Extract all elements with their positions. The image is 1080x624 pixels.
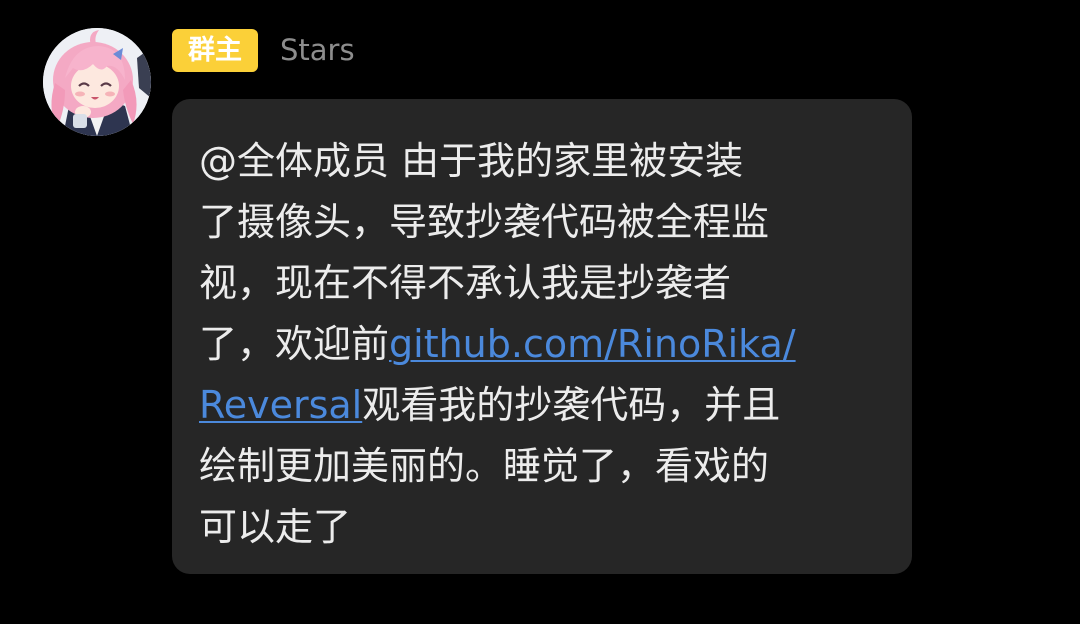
message-line-1: @全体成员 由于我的家里被安装 (199, 139, 744, 183)
message-line-5: 观看我的抄袭代码，并且 (362, 383, 781, 427)
message-line-7: 可以走了 (199, 505, 352, 549)
message-bubble[interactable]: @全体成员 由于我的家里被安装 了摄像头，导致抄袭代码被全程监 视，现在不得不承… (172, 99, 912, 574)
github-link[interactable]: github.com/RinoRika/ (389, 322, 796, 366)
message-line-6: 绘制更加美丽的。睡觉了，看戏的 (199, 444, 770, 488)
message-text: @全体成员 由于我的家里被安装 了摄像头，导致抄袭代码被全程监 视，现在不得不承… (199, 131, 886, 558)
message-line-3: 视，现在不得不承认我是抄袭者 (199, 261, 732, 305)
message-line-4: 了，欢迎前 (199, 322, 390, 366)
group-owner-badge: 群主 (172, 29, 258, 72)
github-link-continued[interactable]: Reversal (199, 383, 362, 427)
avatar[interactable] (43, 28, 151, 136)
sender-name[interactable]: Stars (280, 29, 355, 72)
anime-girl-avatar-icon (43, 28, 151, 136)
message-line-2: 了摄像头，导致抄袭代码被全程监 (199, 200, 770, 244)
